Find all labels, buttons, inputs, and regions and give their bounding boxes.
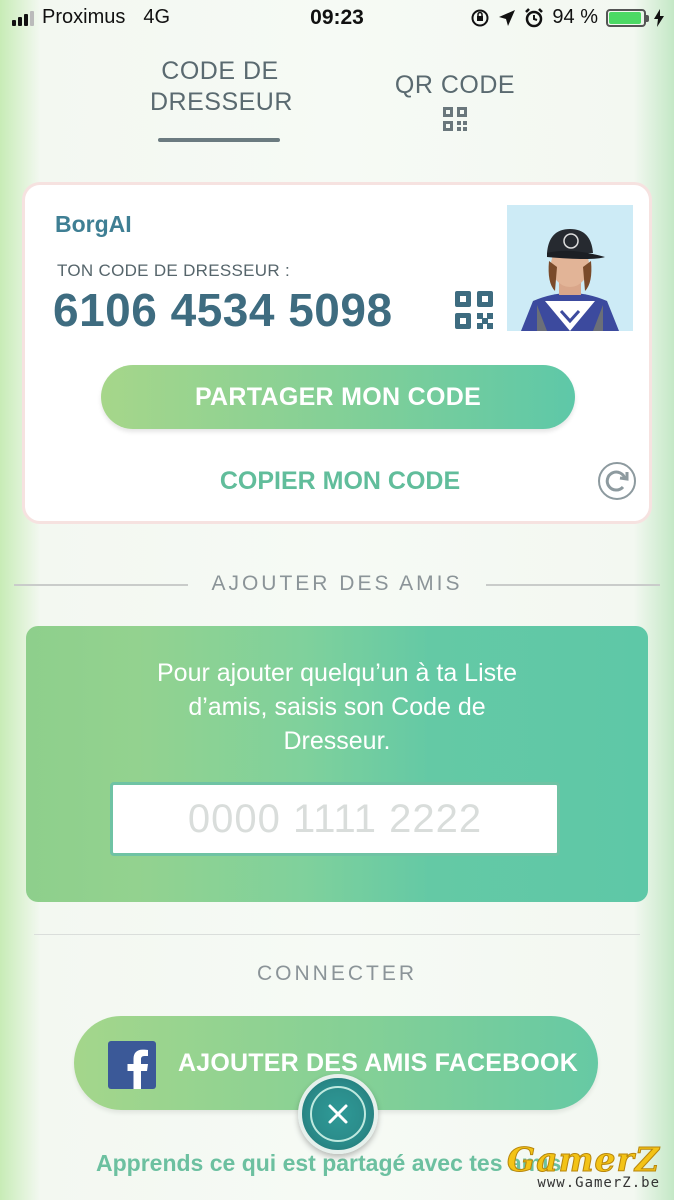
add-facebook-friends-label: AJOUTER DES AMIS FACEBOOK bbox=[178, 1049, 578, 1077]
tab-trainer-code-line2: DRESSEUR bbox=[150, 88, 293, 116]
trainer-code-card: BorgAI TON CODE DE DRESSEUR : 6106 4534 … bbox=[22, 182, 652, 524]
close-button[interactable] bbox=[298, 1074, 378, 1154]
connect-section-title: CONNECTER bbox=[256, 962, 417, 985]
avatar[interactable] bbox=[507, 205, 633, 331]
trainer-name: BorgAI bbox=[55, 211, 132, 237]
status-right: 94 % bbox=[470, 6, 664, 29]
close-icon bbox=[328, 1104, 348, 1124]
qr-code-icon bbox=[443, 107, 467, 131]
connect-divider bbox=[34, 934, 640, 935]
active-tab-indicator bbox=[158, 138, 280, 142]
refresh-icon[interactable] bbox=[597, 461, 637, 501]
facebook-icon bbox=[108, 1041, 156, 1089]
add-friend-instructions-line2: d’amis, saisis son Code de bbox=[188, 693, 486, 721]
add-friend-panel: Pour ajouter quelqu’un à ta Liste d’amis… bbox=[26, 626, 648, 902]
trainer-code-label: TON CODE DE DRESSEUR : bbox=[57, 261, 290, 280]
battery-icon bbox=[606, 8, 649, 27]
watermark: GamerZ www.GamerZ.be bbox=[507, 1140, 660, 1192]
battery-level bbox=[609, 11, 641, 24]
charging-bolt-icon bbox=[654, 8, 664, 27]
friend-code-input[interactable] bbox=[110, 782, 560, 856]
orientation-lock-icon bbox=[471, 9, 489, 26]
qr-code-icon[interactable] bbox=[455, 291, 493, 329]
tab-trainer-code[interactable]: CODE DE DRESSEUR bbox=[150, 56, 293, 118]
copy-code-link[interactable]: COPIER MON CODE bbox=[25, 467, 655, 496]
share-code-button[interactable]: PARTAGER MON CODE bbox=[101, 365, 575, 429]
section-divider-right bbox=[486, 584, 660, 586]
tab-qr-code-label: QR CODE bbox=[394, 71, 516, 99]
learn-more-link[interactable]: Apprends ce qui est partagé avec tes ami… bbox=[96, 1150, 561, 1177]
status-bar: Proximus 4G 09:23 94 % bbox=[0, 0, 674, 38]
trainer-avatar-icon bbox=[507, 205, 633, 331]
alarm-icon bbox=[525, 7, 544, 27]
location-arrow-icon bbox=[499, 9, 516, 26]
trainer-code-value: 6106 4534 5098 bbox=[53, 284, 393, 336]
watermark-logo: GamerZ bbox=[507, 1140, 660, 1180]
tab-qr-code[interactable]: QR CODE bbox=[380, 70, 530, 131]
add-friend-instructions-line1: Pour ajouter quelqu’un à ta Liste bbox=[157, 659, 517, 687]
tab-trainer-code-line1: CODE DE bbox=[161, 57, 279, 85]
battery-percent: 94 % bbox=[552, 6, 598, 28]
add-friend-instructions: Pour ajouter quelqu’un à ta Liste d’amis… bbox=[116, 656, 558, 758]
add-friend-instructions-line3: Dresseur. bbox=[283, 727, 391, 755]
